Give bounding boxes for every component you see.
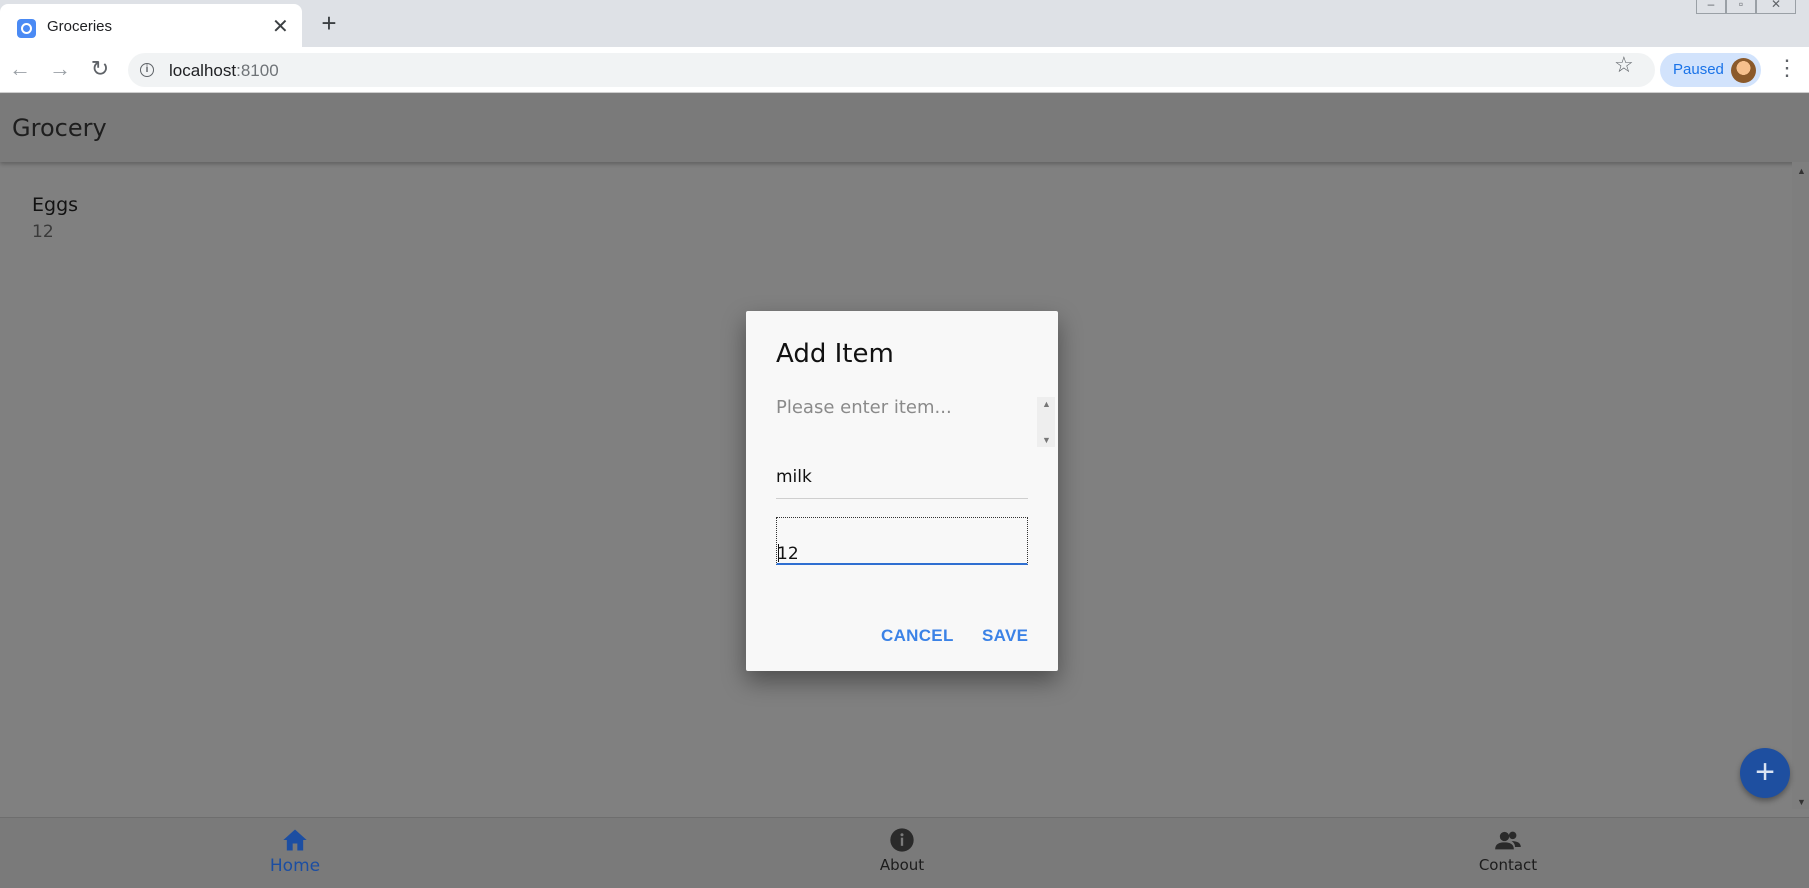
- item-quantity: 12: [32, 222, 54, 242]
- url-text[interactable]: localhost:8100: [169, 61, 279, 81]
- item-name: Eggs: [32, 194, 79, 216]
- window-maximize-button[interactable]: ▫: [1726, 0, 1756, 14]
- site-info-icon[interactable]: i: [140, 63, 154, 77]
- tab-contact[interactable]: Contact: [1448, 826, 1568, 874]
- back-button[interactable]: ←: [8, 57, 32, 81]
- list-item[interactable]: Eggs 12: [32, 194, 78, 242]
- cancel-button[interactable]: CANCEL: [881, 626, 954, 646]
- avatar: [1731, 58, 1756, 83]
- profile-button[interactable]: Paused: [1660, 53, 1761, 87]
- scroll-up-arrow-icon[interactable]: ▲: [1797, 166, 1806, 176]
- app-header: Grocery: [0, 94, 1809, 162]
- tab-title: Groceries: [47, 18, 113, 35]
- tab-about-label: About: [879, 856, 925, 874]
- browser-menu-icon[interactable]: ⋮: [1776, 55, 1798, 81]
- url-port: :8100: [236, 61, 279, 80]
- tab-contact-label: Contact: [1478, 856, 1538, 874]
- tab-home[interactable]: Home: [235, 826, 355, 876]
- message-scrollbar[interactable]: ▲ ▼: [1037, 397, 1055, 447]
- address-bar[interactable]: i localhost:8100: [128, 53, 1655, 87]
- save-button[interactable]: SAVE: [982, 626, 1028, 646]
- profile-status: Paused: [1673, 61, 1724, 78]
- text-caret: [778, 544, 779, 562]
- reload-button[interactable]: ↻: [88, 57, 112, 81]
- tab-about[interactable]: About: [842, 826, 962, 874]
- home-icon: [283, 829, 307, 851]
- people-icon: [1495, 831, 1521, 850]
- scroll-down-arrow-icon[interactable]: ▼: [1042, 435, 1051, 445]
- window-close-button[interactable]: ✕: [1756, 0, 1796, 14]
- scroll-down-arrow-icon[interactable]: ▼: [1797, 797, 1806, 807]
- app-favicon-icon: [17, 19, 36, 38]
- info-icon: [890, 828, 914, 852]
- page-title: Grocery: [12, 114, 107, 142]
- dialog-title: Add Item: [776, 339, 894, 369]
- browser-tab[interactable]: Groceries ✕: [0, 4, 302, 47]
- bookmark-star-icon[interactable]: ☆: [1614, 52, 1634, 78]
- item-name-value: milk: [776, 467, 812, 487]
- add-item-fab-button[interactable]: +: [1740, 748, 1790, 798]
- scroll-up-arrow-icon[interactable]: ▲: [1042, 399, 1051, 409]
- bottom-tab-bar: Home About Contact: [0, 817, 1809, 888]
- dialog-message: Please enter item...: [776, 397, 952, 418]
- item-quantity-value: 12: [777, 544, 799, 564]
- tab-home-label: Home: [269, 856, 321, 876]
- tab-close-icon[interactable]: ✕: [272, 17, 289, 37]
- forward-button[interactable]: →: [48, 57, 72, 81]
- item-name-field[interactable]: milk: [776, 453, 1028, 499]
- item-quantity-field[interactable]: 12: [776, 517, 1028, 565]
- new-tab-button[interactable]: +: [316, 10, 342, 37]
- add-item-dialog: Add Item Please enter item... ▲ ▼ milk 1…: [746, 311, 1058, 671]
- url-host: localhost: [169, 61, 237, 80]
- window-minimize-button[interactable]: –: [1696, 0, 1726, 14]
- browser-tabstrip: Groceries ✕ + – ▫ ✕: [0, 0, 1809, 47]
- content-scrollbar[interactable]: ▲ ▼: [1792, 162, 1809, 809]
- browser-toolbar: ← → ↻ i localhost:8100 ☆ Paused ⋮: [0, 47, 1809, 93]
